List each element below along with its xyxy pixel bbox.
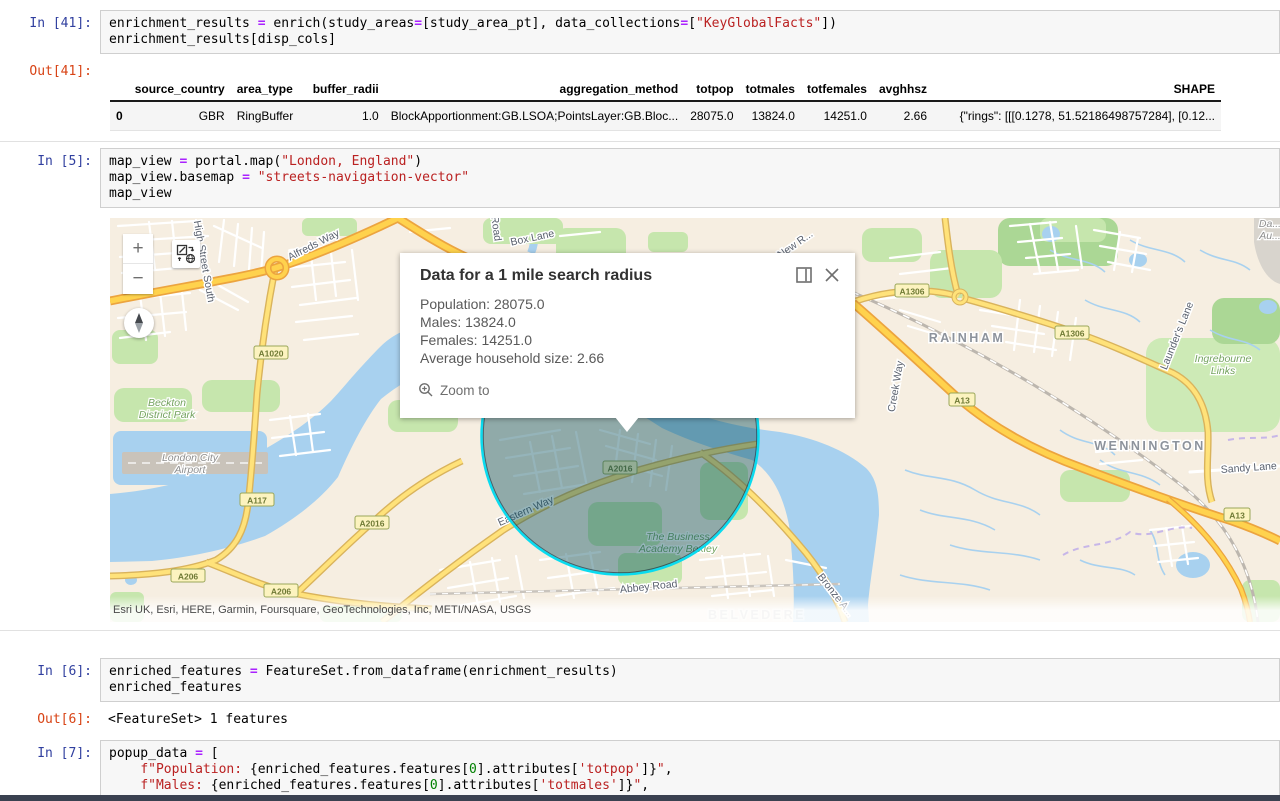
in7-code-cell[interactable]: popup_data = [ f"Population: {enriched_f…	[100, 740, 1280, 801]
svg-text:WENNINGTON: WENNINGTON	[1094, 439, 1206, 453]
zoom-to-action[interactable]: Zoom to	[418, 382, 490, 398]
popup-tail	[615, 417, 639, 432]
svg-text:RAINHAM: RAINHAM	[929, 331, 1006, 345]
in41-prompt: In [41]:	[0, 16, 92, 31]
close-icon[interactable]	[823, 266, 841, 284]
svg-text:A13: A13	[954, 396, 970, 406]
svg-text:A13: A13	[1229, 511, 1245, 521]
zoom-out-button[interactable]: −	[123, 264, 153, 294]
out6-value: <FeatureSet> 1 features	[108, 712, 288, 727]
svg-text:A1306: A1306	[899, 287, 924, 297]
zoom-in-button[interactable]: +	[123, 234, 153, 264]
in6-code-cell[interactable]: enriched_features = FeatureSet.from_data…	[100, 658, 1280, 702]
svg-text:A206: A206	[271, 587, 292, 597]
svg-text:Beckton: Beckton	[148, 397, 186, 409]
dataframe-output: source_countryarea_typebuffer_radiiaggre…	[110, 78, 1221, 131]
widget-mode-button[interactable]	[172, 240, 200, 268]
svg-text:Da...: Da...	[1259, 218, 1280, 230]
window-bottom-edge	[0, 795, 1280, 801]
svg-text:A117: A117	[247, 496, 267, 506]
svg-text:District Park: District Park	[139, 409, 196, 421]
svg-text:Airport: Airport	[174, 464, 207, 476]
in5-prompt: In [5]:	[0, 154, 92, 169]
in41-code-cell[interactable]: enrichment_results = enrich(study_areas=…	[100, 10, 1280, 54]
magnifier-plus-icon	[418, 382, 434, 398]
zoom-controls: + −	[123, 234, 153, 294]
svg-text:A1306: A1306	[1059, 329, 1084, 339]
in5-code-cell[interactable]: map_view = portal.map("London, England")…	[100, 148, 1280, 208]
compass-needle-icon	[124, 308, 154, 338]
cell-divider	[0, 141, 1280, 142]
in6-prompt: In [6]:	[0, 664, 92, 679]
map-view[interactable]: A1020A117A206A206A2016A2016A1306A1306A13…	[110, 218, 1280, 622]
svg-text:Links: Links	[1211, 365, 1236, 377]
compass-button[interactable]	[124, 308, 154, 338]
popup-title: Data for a 1 mile search radius	[420, 267, 652, 285]
svg-text:A1020: A1020	[258, 349, 283, 359]
out6-prompt: Out[6]:	[0, 712, 92, 727]
dock-icon[interactable]	[795, 266, 813, 284]
zoom-to-label: Zoom to	[440, 383, 490, 398]
svg-text:Ingrebourne: Ingrebourne	[1195, 353, 1252, 365]
in7-prompt: In [7]:	[0, 746, 92, 761]
notebook: In [41]: enrichment_results = enrich(stu…	[0, 0, 1280, 801]
svg-text:A2016: A2016	[359, 519, 384, 529]
svg-text:Au...: Au...	[1258, 230, 1280, 242]
popup-attributes: Population: 28075.0Males: 13824.0Females…	[420, 295, 604, 367]
screenshot-widget-icon	[175, 243, 197, 265]
svg-text:London City: London City	[162, 452, 219, 464]
map-attribution: Esri UK, Esri, HERE, Garmin, Foursquare,…	[110, 596, 1280, 622]
map-popup: Data for a 1 mile search radius Populati…	[400, 253, 855, 418]
out41-prompt: Out[41]:	[0, 64, 92, 79]
svg-text:A206: A206	[178, 572, 199, 582]
cell-divider	[0, 630, 1280, 631]
